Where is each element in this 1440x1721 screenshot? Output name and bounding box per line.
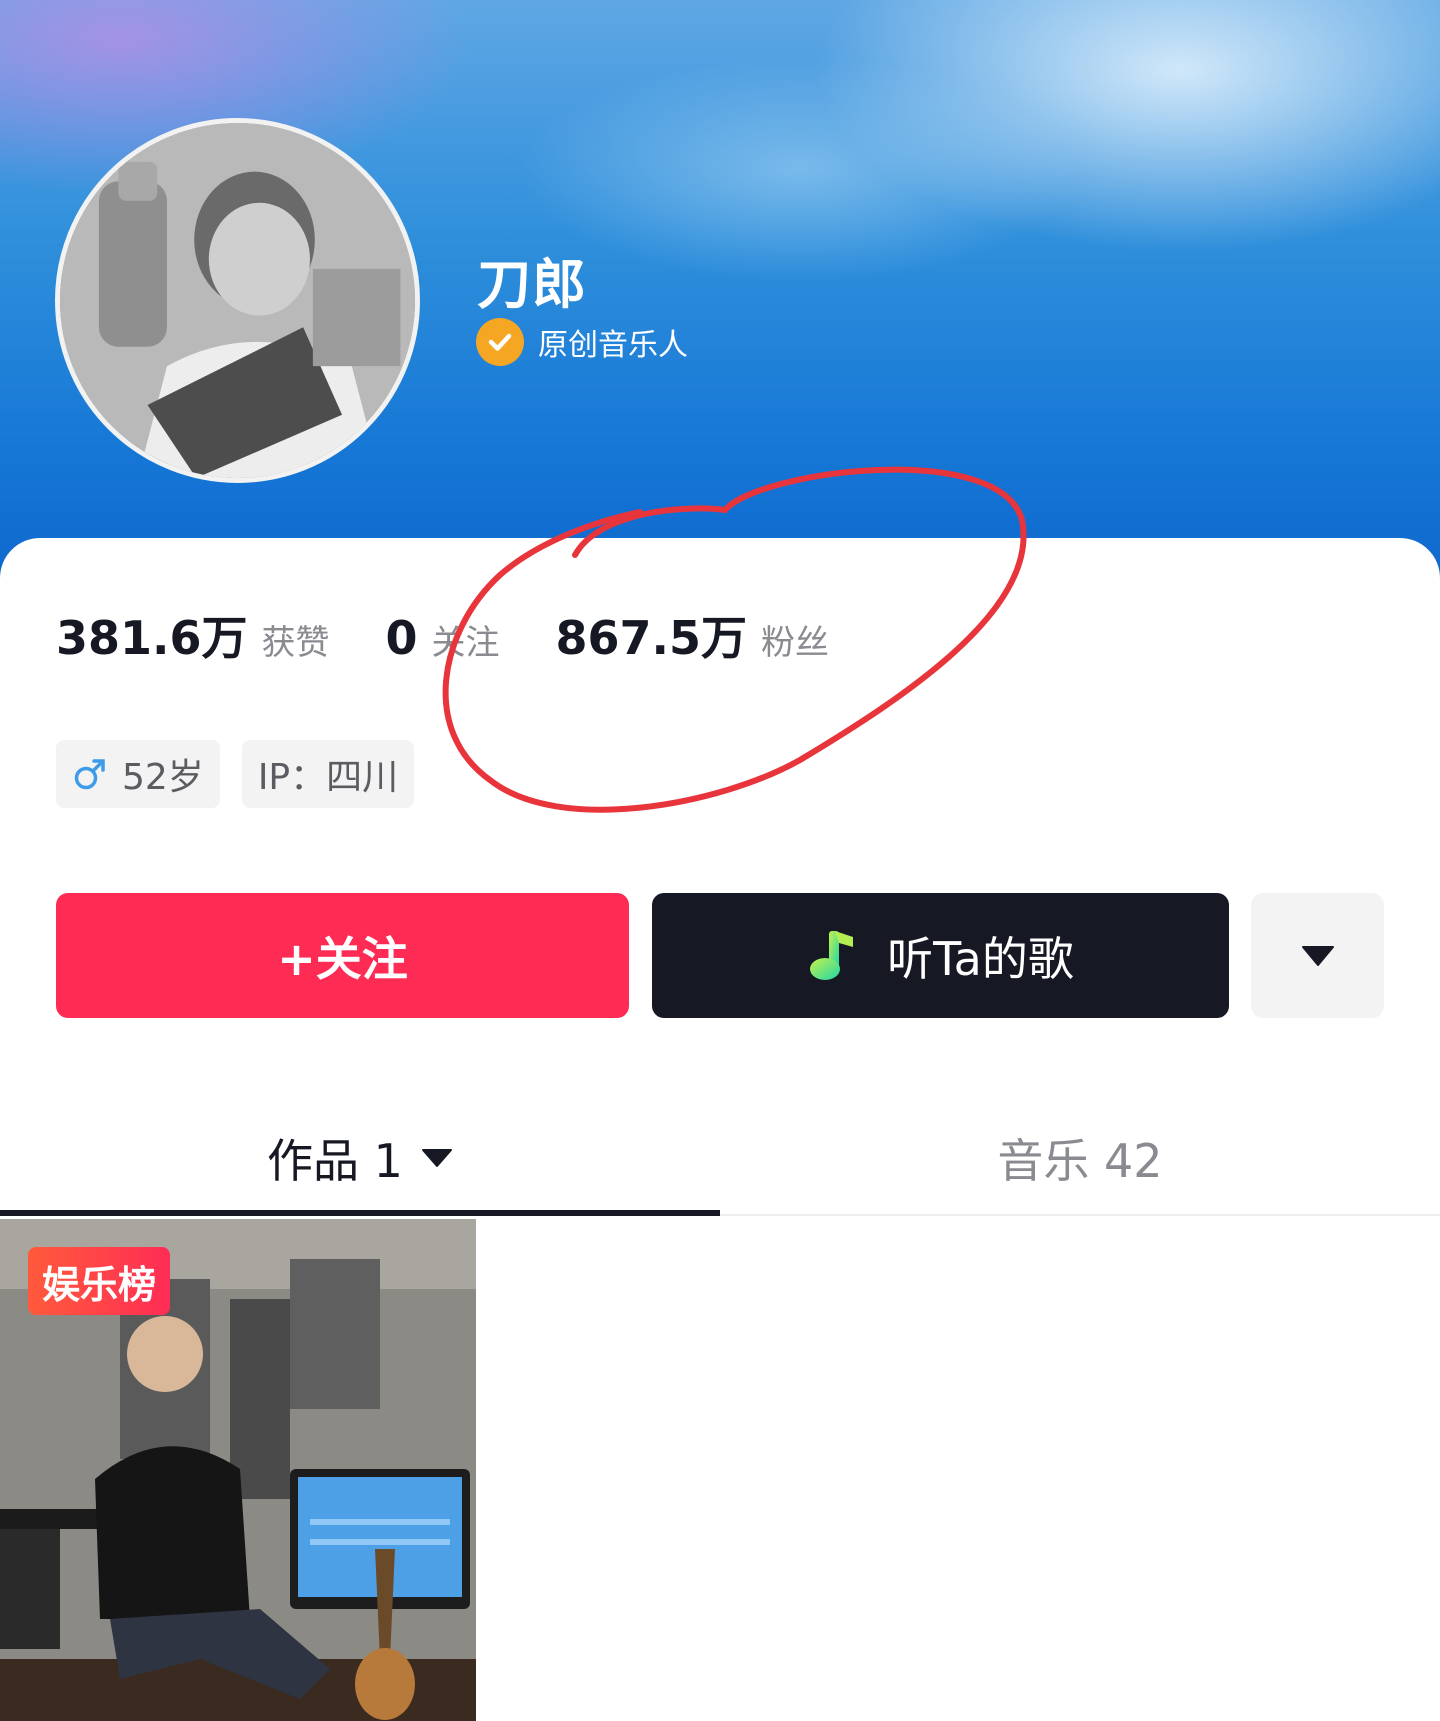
profile-tags: 52岁 IP：四川 <box>56 740 415 808</box>
following-count: 0 <box>385 611 418 665</box>
stat-likes[interactable]: 381.6万 获赞 <box>56 602 330 668</box>
ranking-badge: 娱乐榜 <box>28 1247 171 1315</box>
video-thumbnail[interactable]: 娱乐榜 <box>0 1219 476 1721</box>
ip-location-label: IP：四川 <box>257 757 399 798</box>
followers-count: 867.5万 <box>555 611 748 665</box>
stats-row: 381.6万 获赞 0 关注 867.5万 粉丝 <box>56 602 885 668</box>
music-note-icon <box>810 930 854 980</box>
verified-check-icon <box>476 318 524 366</box>
stat-followers[interactable]: 867.5万 粉丝 <box>556 602 830 668</box>
caret-down-icon <box>1301 945 1334 966</box>
likes-count: 381.6万 <box>56 611 248 665</box>
follow-button[interactable]: +关注 <box>56 893 629 1018</box>
avatar-photo <box>60 123 415 478</box>
likes-label: 获赞 <box>261 623 330 663</box>
verification-label: 原创音乐人 <box>538 328 688 363</box>
tab-music-label: 音乐 42 <box>997 1134 1163 1188</box>
listen-songs-label: 听Ta的歌 <box>887 931 1074 986</box>
avatar[interactable] <box>55 118 420 483</box>
listen-songs-button[interactable]: 听Ta的歌 <box>652 893 1229 1018</box>
more-options-button[interactable] <box>1251 893 1384 1018</box>
tab-works[interactable]: 作品 1 <box>0 1100 720 1216</box>
male-icon <box>74 759 105 790</box>
tab-works-label: 作品 1 <box>267 1134 403 1188</box>
ip-location-tag: IP：四川 <box>241 740 415 808</box>
age-tag: 52岁 <box>56 740 220 808</box>
verification-row: 原创音乐人 <box>476 318 688 366</box>
age-label: 52岁 <box>122 757 204 798</box>
caret-down-icon <box>421 1149 452 1167</box>
following-label: 关注 <box>431 623 500 663</box>
content-tabs: 作品 1 音乐 42 <box>0 1100 1440 1216</box>
active-tab-indicator <box>0 1210 720 1216</box>
tab-music[interactable]: 音乐 42 <box>720 1100 1440 1216</box>
profile-name: 刀郎 <box>477 253 587 316</box>
followers-label: 粉丝 <box>761 623 830 663</box>
stat-following[interactable]: 0 关注 <box>386 611 500 665</box>
